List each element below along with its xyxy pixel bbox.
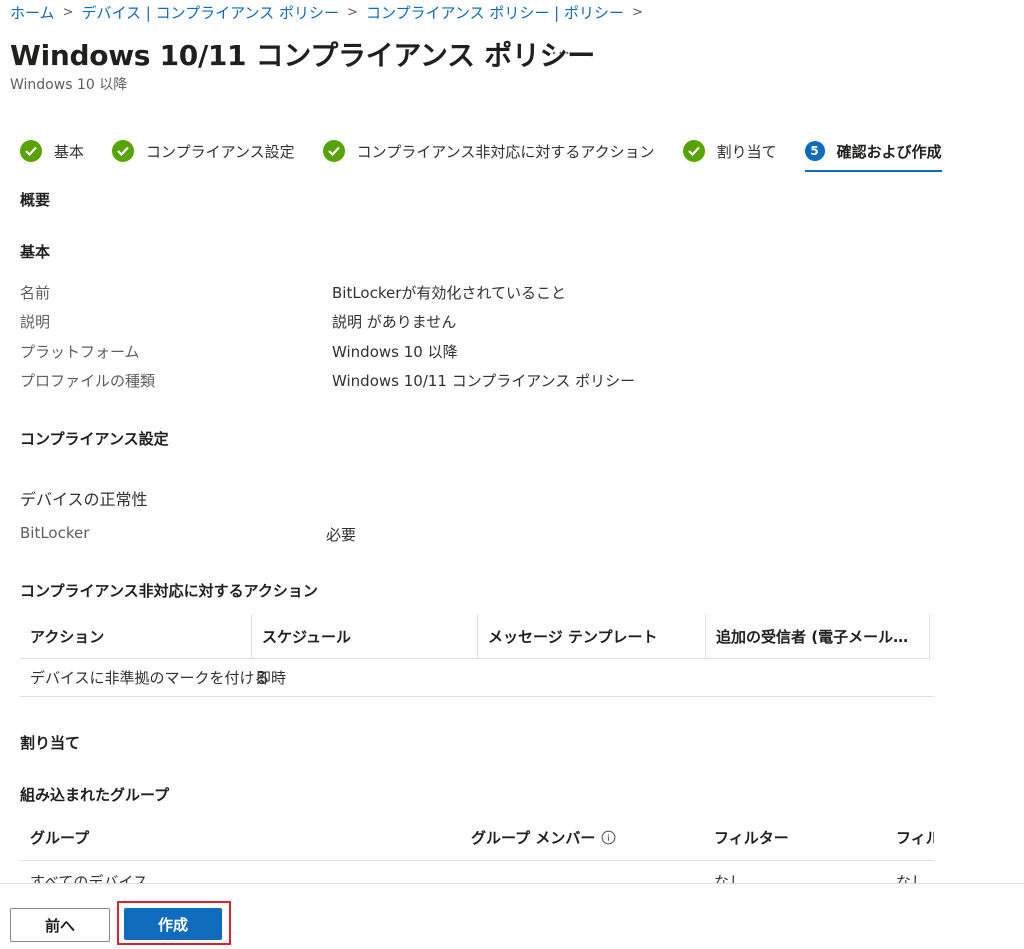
field-label-profile-type: プロファイルの種類 xyxy=(20,372,156,390)
column-header-schedule[interactable]: スケジュール xyxy=(252,614,478,658)
more-options-icon[interactable]: ... xyxy=(551,38,571,59)
field-label-name: 名前 xyxy=(20,284,51,302)
check-circle-icon xyxy=(682,140,705,162)
field-value-platform: Windows 10 以降 xyxy=(332,343,458,361)
compliance-settings-heading: コンプライアンス設定 xyxy=(20,430,169,448)
create-button[interactable]: 作成 xyxy=(124,908,222,940)
check-circle-icon xyxy=(112,140,135,162)
step-noncompliance-actions[interactable]: コンプライアンス非対応に対するアクション xyxy=(322,138,655,164)
info-icon[interactable] xyxy=(601,830,616,845)
step-compliance-settings[interactable]: コンプライアンス設定 xyxy=(112,138,295,164)
step-assignments[interactable]: 割り当て xyxy=(682,138,777,164)
breadcrumb: ホーム > デバイス | コンプライアンス ポリシー > コンプライアンス ポリ… xyxy=(10,2,651,23)
page-title: Windows 10/11 コンプライアンス ポリシー xyxy=(10,39,596,72)
column-header-filter-mode[interactable]: フィル xyxy=(896,815,934,860)
chevron-right-icon: > xyxy=(62,5,74,20)
field-value-name: BitLockerが有効化されていること xyxy=(332,284,566,302)
page-subtitle: Windows 10 以降 xyxy=(10,77,128,93)
step-label: コンプライアンス設定 xyxy=(146,142,295,161)
table-row: デバイスに非準拠のマークを付ける 即時 xyxy=(20,659,934,697)
groups-table-header: グループ グループ メンバー フィルター フィル xyxy=(20,815,934,861)
table-cell-schedule: 即時 xyxy=(256,669,287,687)
chevron-right-icon: > xyxy=(347,5,358,20)
included-groups-heading: 組み込まれたグループ xyxy=(20,786,170,804)
step-label: 基本 xyxy=(54,142,85,161)
breadcrumb-devices-compliance[interactable]: デバイス | コンプライアンス ポリシー xyxy=(81,2,339,23)
summary-heading: 概要 xyxy=(20,191,51,209)
assignments-heading: 割り当て xyxy=(20,734,81,752)
column-header-message-template[interactable]: メッセージ テンプレート xyxy=(478,614,706,658)
field-value-profile-type: Windows 10/11 コンプライアンス ポリシー xyxy=(332,372,636,390)
wizard-steps: 基本 コンプライアンス設定 コンプライアンス非対応に対するアクション 割り当て … xyxy=(20,138,970,172)
breadcrumb-home[interactable]: ホーム xyxy=(10,2,55,23)
step-review-create[interactable]: 5 確認および作成 xyxy=(804,138,942,172)
column-header-group-members[interactable]: グループ メンバー xyxy=(471,815,616,860)
chevron-right-icon: > xyxy=(631,5,643,20)
column-header-filter[interactable]: フィルター xyxy=(714,815,789,860)
step-number-badge: 5 xyxy=(804,141,825,161)
breadcrumb-compliance-policies[interactable]: コンプライアンス ポリシー | ポリシー xyxy=(366,2,624,23)
check-circle-icon xyxy=(20,140,42,162)
column-header-additional-recipients[interactable]: 追加の受信者 (電子メール… xyxy=(706,614,930,658)
step-basics[interactable]: 基本 xyxy=(20,138,84,164)
field-label-platform: プラットフォーム xyxy=(20,343,140,361)
actions-table-header: アクション スケジュール メッセージ テンプレート 追加の受信者 (電子メール… xyxy=(20,614,930,659)
column-header-group[interactable]: グループ xyxy=(30,815,89,860)
setting-label-bitlocker: BitLocker xyxy=(20,524,90,542)
wizard-footer: 前へ 作成 xyxy=(0,883,1024,949)
check-circle-icon xyxy=(322,140,345,162)
device-health-heading: デバイスの正常性 xyxy=(20,490,148,509)
step-label: 割り当て xyxy=(716,142,777,161)
previous-button[interactable]: 前へ xyxy=(10,908,110,942)
field-label-description: 説明 xyxy=(20,313,51,331)
noncompliance-actions-heading: コンプライアンス非対応に対するアクション xyxy=(20,582,318,600)
basics-heading: 基本 xyxy=(20,243,51,261)
column-header-action[interactable]: アクション xyxy=(20,614,252,658)
column-header-group-members-label: グループ メンバー xyxy=(471,829,596,847)
step-label: 確認および作成 xyxy=(836,142,942,161)
step-label: コンプライアンス非対応に対するアクション xyxy=(356,142,655,161)
table-cell-action: デバイスに非準拠のマークを付ける xyxy=(30,669,270,687)
field-value-description: 説明 がありません xyxy=(332,313,457,331)
setting-value-bitlocker: 必要 xyxy=(326,526,357,544)
